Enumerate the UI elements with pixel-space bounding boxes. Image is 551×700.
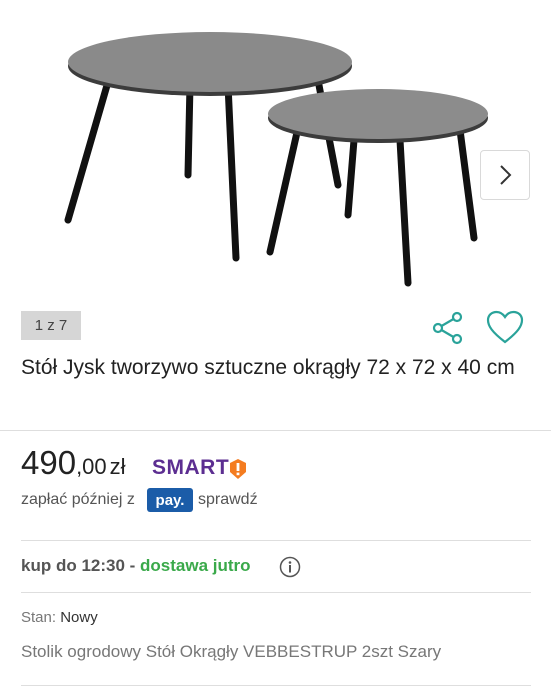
delivery-prefix: kup do 12:30 -: [21, 556, 141, 575]
section-divider: [21, 540, 531, 541]
delivery-highlight: dostawa jutro: [140, 556, 251, 575]
price-decimals: ,00: [76, 454, 107, 479]
smart-label: SMART: [152, 456, 230, 479]
heart-icon: [486, 310, 524, 344]
share-icon: [432, 311, 463, 345]
condition-label: Stan:: [21, 609, 57, 626]
next-image-button[interactable]: [480, 150, 530, 200]
delivery-info: kup do 12:30 - dostawa jutro: [21, 556, 251, 576]
image-gallery[interactable]: [0, 0, 551, 300]
paypo-logo: pay.: [147, 488, 193, 512]
pay-later-text: zapłać później z: [21, 491, 135, 508]
favorite-button[interactable]: [486, 310, 524, 346]
image-counter: 1 z 7: [21, 311, 81, 340]
product-title: Stół Jysk tworzywo sztuczne okrągły 72 x…: [21, 356, 515, 379]
product-subtitle: Stolik ogrodowy Stół Okrągły VEBBESTRUP …: [21, 642, 442, 661]
info-icon[interactable]: [279, 556, 301, 578]
chevron-right-icon: [500, 165, 512, 185]
section-divider: [0, 430, 551, 431]
share-button[interactable]: [430, 310, 466, 346]
pay-later-check-link[interactable]: sprawdź: [198, 491, 258, 509]
smart-badge-icon: [230, 459, 246, 479]
section-divider: [21, 685, 531, 686]
product-photo: [64, 32, 488, 287]
condition-value: Nowy: [60, 609, 98, 626]
condition-row: Stan: Nowy: [21, 609, 98, 626]
product-price: 490,00 zł: [21, 444, 126, 482]
price-currency: zł: [109, 454, 126, 479]
section-divider: [21, 592, 531, 593]
price-integer: 490: [21, 444, 77, 481]
